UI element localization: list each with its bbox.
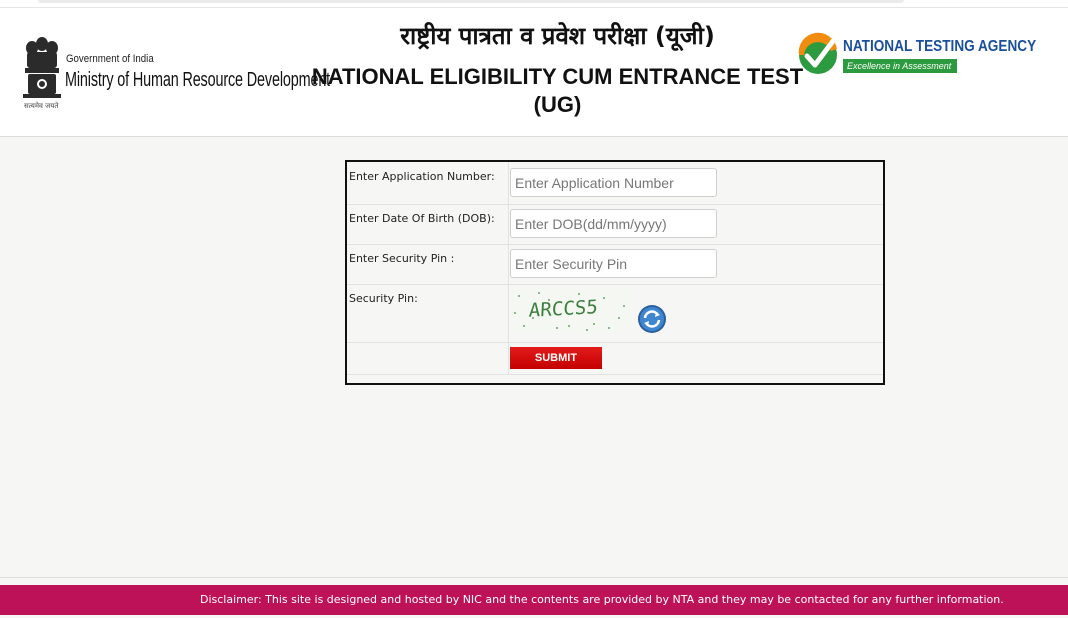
security-pin-input[interactable] bbox=[510, 249, 717, 278]
footer-disclaimer: Disclaimer: This site is designed and ho… bbox=[0, 585, 1068, 615]
application-number-label: Enter Application Number: bbox=[349, 170, 495, 183]
agency-name: NATIONAL TESTING AGENCY bbox=[843, 38, 1037, 55]
application-number-input[interactable] bbox=[510, 168, 717, 197]
security-pin-label: Enter Security Pin : bbox=[349, 252, 455, 265]
application-number-row: Enter Application Number: bbox=[347, 162, 883, 205]
footer-divider bbox=[0, 577, 1068, 578]
page-header: सत्यमेव जयते Government of India Ministr… bbox=[0, 7, 1068, 137]
ministry-name: Ministry of Human Resource Development bbox=[65, 69, 331, 91]
nta-check-logo-icon bbox=[798, 32, 837, 74]
captcha-label: Security Pin: bbox=[349, 292, 418, 305]
submit-button[interactable]: SUBMIT bbox=[510, 347, 602, 369]
column-divider bbox=[508, 204, 509, 244]
agency-tagline: Excellence in Assessment bbox=[843, 59, 957, 73]
top-strip-bar bbox=[38, 0, 904, 3]
emblem-motto: सत्यमेव जयते bbox=[24, 102, 59, 110]
submit-row: SUBMIT bbox=[347, 342, 883, 375]
column-divider bbox=[508, 162, 509, 204]
column-divider bbox=[508, 244, 509, 284]
login-form: Enter Application Number: Enter Date Of … bbox=[345, 160, 885, 385]
top-strip bbox=[0, 0, 1068, 7]
refresh-captcha-icon[interactable] bbox=[637, 304, 667, 334]
page-title: NATIONAL ELIGIBILITY CUM ENTRANCE TEST (… bbox=[311, 64, 804, 117]
dob-input[interactable] bbox=[510, 209, 717, 238]
page-title-hindi: राष्ट्रीय पात्रता व प्रवेश परीक्षा (यूजी… bbox=[400, 22, 715, 50]
dob-row: Enter Date Of Birth (DOB): bbox=[347, 204, 883, 245]
security-pin-row: Enter Security Pin : bbox=[347, 244, 883, 285]
captcha-image: ARCCS5 bbox=[509, 288, 629, 333]
dob-label: Enter Date Of Birth (DOB): bbox=[349, 212, 495, 225]
captcha-row: Security Pin: ARCCS5 bbox=[347, 284, 883, 343]
captcha-code: ARCCS5 bbox=[528, 296, 599, 322]
column-divider bbox=[508, 342, 509, 374]
government-label: Government of India bbox=[66, 53, 154, 65]
